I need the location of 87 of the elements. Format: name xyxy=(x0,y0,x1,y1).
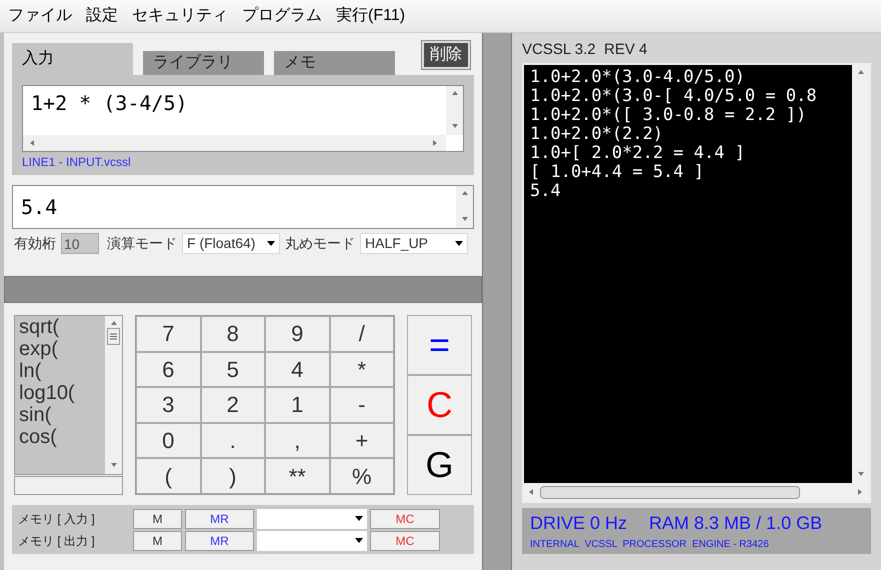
key-button[interactable]: 0 xyxy=(136,422,200,458)
menu-item[interactable]: セキュリティ xyxy=(132,4,228,28)
function-item[interactable]: sin( xyxy=(19,404,105,426)
key-button[interactable]: % xyxy=(330,458,394,494)
caret-icon xyxy=(267,241,275,246)
tab[interactable]: 入力 xyxy=(12,43,133,75)
memory-clear-button[interactable]: MC xyxy=(370,530,440,550)
key-button[interactable]: 1 xyxy=(265,387,330,423)
menu-item[interactable]: プログラム xyxy=(242,4,322,28)
memory-label: メモリ [ 入力 ] xyxy=(18,510,96,528)
console-line: 1.0+2.0*([ 3.0-0.8 = 2.2 ]) xyxy=(530,106,808,125)
dropdown[interactable]: HALF_UP xyxy=(360,233,468,254)
key-button[interactable]: , xyxy=(265,422,330,458)
memory-recall-button[interactable]: MR xyxy=(185,530,254,550)
horizontal-scrollbar[interactable] xyxy=(23,135,446,151)
console-title: VCSSL 3.2 REV 4 xyxy=(522,40,648,60)
dropdown-value: F (Float64) xyxy=(187,234,256,253)
caret-icon xyxy=(455,241,463,246)
drive-status: DRIVE 0 Hz xyxy=(530,512,628,535)
ram-status: RAM 8.3 MB / 1.0 GB xyxy=(649,512,822,535)
mode-label: 演算モード xyxy=(107,234,177,253)
key-button[interactable]: 4 xyxy=(265,352,330,388)
caret-icon xyxy=(355,538,363,543)
digits-label: 有効桁 xyxy=(14,234,56,253)
memory-button[interactable]: M xyxy=(133,508,182,528)
engine-status: INTERNAL VCSSL PROCESSOR ENGINE - R3426 xyxy=(530,538,770,552)
key-button[interactable]: ) xyxy=(200,458,265,494)
tab[interactable]: メモ xyxy=(274,51,395,75)
rounding-label: 丸めモード xyxy=(285,234,355,253)
key-button[interactable]: 3 xyxy=(136,387,200,423)
function-item[interactable]: ln( xyxy=(19,360,105,382)
menu-item[interactable]: ファイル xyxy=(8,4,72,28)
tab[interactable]: ライブラリ xyxy=(143,51,264,75)
key-button[interactable]: ** xyxy=(265,458,330,494)
scrollbar[interactable] xyxy=(456,186,473,228)
key-button[interactable]: 8 xyxy=(200,316,265,352)
input-text: 1+2 * (3-4/5) xyxy=(30,90,189,117)
key-button[interactable]: 6 xyxy=(136,352,200,388)
menu-item[interactable]: 設定 xyxy=(86,4,118,28)
scroll-left-icon[interactable] xyxy=(29,139,37,147)
delete-button[interactable]: 削除 xyxy=(422,41,470,69)
memory-button[interactable]: M xyxy=(133,530,182,550)
console-line: 5.4 xyxy=(530,182,562,201)
function-item[interactable]: sqrt( xyxy=(19,316,105,338)
function-list[interactable]: sqrt( exp( ln( log10( sin( cos( xyxy=(14,315,123,475)
key-button[interactable]: 9 xyxy=(265,316,330,352)
key-button[interactable]: ( xyxy=(136,458,200,494)
scroll-up-icon[interactable] xyxy=(856,69,864,77)
key-button[interactable]: 7 xyxy=(136,316,200,352)
console-line: [ 1.0+4.4 = 5.4 ] xyxy=(530,163,705,182)
memory-label: メモリ [ 出力 ] xyxy=(18,532,96,550)
key-button[interactable]: C xyxy=(407,375,472,435)
key-button[interactable]: * xyxy=(330,352,394,388)
dropdown[interactable]: F (Float64) xyxy=(182,233,280,254)
function-item[interactable]: exp( xyxy=(19,338,105,360)
key-button[interactable]: 2 xyxy=(200,387,265,423)
key-button[interactable]: 5 xyxy=(200,352,265,388)
key-button[interactable]: G xyxy=(407,435,472,495)
scrollbar[interactable] xyxy=(852,65,869,483)
output-field[interactable]: 5.4 xyxy=(12,185,474,229)
key-button[interactable]: - xyxy=(330,387,394,423)
function-item[interactable]: cos( xyxy=(19,426,105,448)
scroll-up-icon[interactable] xyxy=(450,90,458,98)
output-text: 5.4 xyxy=(20,194,58,221)
scrollbar[interactable] xyxy=(446,86,463,135)
scroll-up-icon[interactable] xyxy=(460,190,468,198)
console-line: 1.0+2.0*(2.2) xyxy=(530,125,664,144)
menu-item[interactable]: 実行(F11) xyxy=(336,4,406,28)
caret-icon xyxy=(355,516,363,521)
horizontal-scrollbar[interactable] xyxy=(524,483,869,501)
scroll-thumb-icon[interactable] xyxy=(107,328,120,345)
function-input-field[interactable] xyxy=(14,476,123,495)
memory-recall-button[interactable]: MR xyxy=(185,508,254,528)
file-label: LINE1 - INPUT.vcssl xyxy=(22,154,132,171)
key-button[interactable]: / xyxy=(330,316,394,352)
console-line: 1.0+[ 2.0*2.2 = 4.4 ] xyxy=(530,144,746,163)
scroll-left-icon[interactable] xyxy=(528,488,536,496)
dropdown-value: HALF_UP xyxy=(365,234,428,253)
memory-clear-button[interactable]: MC xyxy=(370,508,440,528)
key-button[interactable]: + xyxy=(330,422,394,458)
key-button[interactable]: = xyxy=(407,315,472,375)
input-field[interactable]: 1+2 * (3-4/5) xyxy=(22,85,464,152)
scroll-thumb[interactable] xyxy=(540,486,800,498)
key-button[interactable]: . xyxy=(200,422,265,458)
function-item[interactable]: log10( xyxy=(19,382,105,404)
console-line: 1.0+2.0*(3.0-4.0/5.0) xyxy=(530,68,746,87)
console-line: 1.0+2.0*(3.0-[ 4.0/5.0 = 0.8 xyxy=(530,87,818,106)
